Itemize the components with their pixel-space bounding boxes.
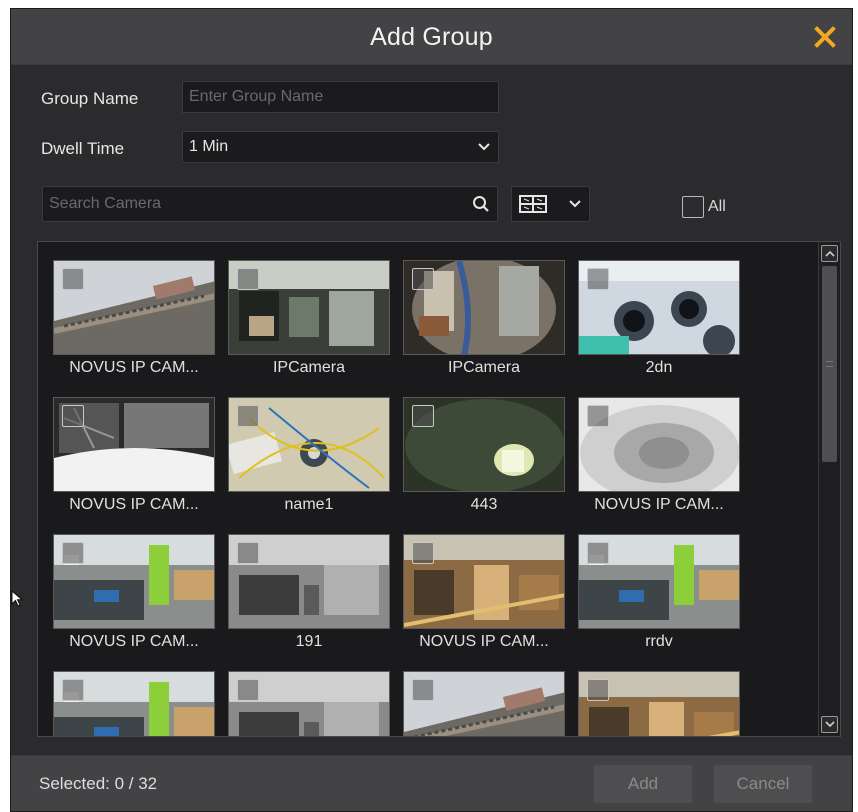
group-name-label: Group Name — [41, 89, 139, 108]
dialog-title: Add Group — [370, 23, 493, 51]
dwell-time-select[interactable]: 1 Min — [182, 131, 499, 163]
camera-tile[interactable]: IPCamera — [228, 260, 390, 390]
chevron-up-icon — [824, 250, 835, 257]
cancel-button[interactable]: Cancel — [714, 765, 812, 803]
selected-count: Selected: 0 / 32 — [39, 774, 158, 793]
camera-name: NOVUS IP CAM... — [69, 496, 199, 513]
camera-name: NOVUS IP CAM... — [594, 496, 724, 513]
camera-tile[interactable]: NOVUS IP CAM... — [53, 260, 215, 390]
camera-tile[interactable] — [228, 671, 390, 736]
camera-name: NOVUS IP CAM... — [69, 359, 199, 376]
chevron-down-icon — [569, 200, 581, 208]
camera-name: IPCamera — [272, 359, 346, 376]
camera-tile[interactable]: NOVUS IP CAM... — [403, 534, 565, 664]
camera-tile[interactable]: rrdv — [578, 534, 740, 664]
camera-name: IPCamera — [447, 359, 521, 376]
grid-view-icon — [519, 195, 547, 213]
camera-thumbnail[interactable] — [403, 534, 565, 629]
camera-thumbnail[interactable] — [228, 397, 390, 492]
camera-thumbnail[interactable] — [228, 671, 390, 736]
search-icon[interactable] — [472, 195, 490, 213]
group-name-input[interactable] — [182, 81, 499, 113]
scroll-up-button[interactable] — [821, 245, 838, 262]
camera-thumbnail[interactable] — [53, 671, 215, 736]
camera-checkbox[interactable] — [237, 679, 259, 701]
search-box — [42, 186, 498, 222]
view-mode-select[interactable] — [511, 186, 590, 222]
close-icon — [814, 26, 836, 48]
camera-thumbnail[interactable] — [403, 260, 565, 355]
camera-name: NOVUS IP CAM... — [69, 633, 199, 650]
checkbox-box — [682, 196, 704, 218]
dialog-footer: Selected: 0 / 32 Add Cancel — [11, 755, 852, 811]
camera-thumbnail[interactable] — [53, 397, 215, 492]
camera-checkbox[interactable] — [62, 542, 84, 564]
dwell-time-label: Dwell Time — [41, 139, 125, 158]
close-button[interactable] — [810, 22, 840, 52]
camera-checkbox[interactable] — [412, 268, 434, 290]
camera-thumbnail[interactable] — [403, 671, 565, 736]
add-group-dialog: Add Group Group Name Dwell Time 1 Min — [10, 8, 853, 812]
camera-thumbnail[interactable] — [228, 260, 390, 355]
camera-tile[interactable] — [403, 671, 565, 736]
camera-tile[interactable] — [53, 671, 215, 736]
camera-grid: NOVUS IP CAM... IPCamera IPCamera 2dn NOVUS … — [37, 241, 841, 737]
camera-checkbox[interactable] — [412, 405, 434, 427]
camera-tile[interactable]: 443 — [403, 397, 565, 527]
camera-tile[interactable]: NOVUS IP CAM... — [53, 534, 215, 664]
camera-thumbnail[interactable] — [578, 397, 740, 492]
camera-checkbox[interactable] — [587, 405, 609, 427]
camera-thumbnail[interactable] — [578, 260, 740, 355]
camera-checkbox[interactable] — [412, 542, 434, 564]
camera-name: 191 — [295, 633, 323, 650]
camera-thumbnail[interactable] — [53, 260, 215, 355]
camera-tile[interactable]: 191 — [228, 534, 390, 664]
camera-checkbox[interactable] — [62, 405, 84, 427]
camera-checkbox[interactable] — [237, 405, 259, 427]
scroll-down-button[interactable] — [821, 716, 838, 733]
camera-name: 2dn — [645, 359, 673, 376]
scroll-thumb[interactable] — [822, 266, 837, 462]
camera-checkbox[interactable] — [62, 268, 84, 290]
camera-checkbox[interactable] — [237, 542, 259, 564]
scrollbar[interactable] — [818, 242, 840, 736]
camera-name: name1 — [284, 496, 334, 513]
camera-thumbnail[interactable] — [403, 397, 565, 492]
camera-name: NOVUS IP CAM... — [419, 633, 549, 650]
camera-tile[interactable]: NOVUS IP CAM... — [578, 397, 740, 527]
camera-checkbox[interactable] — [587, 542, 609, 564]
camera-checkbox[interactable] — [412, 679, 434, 701]
chevron-down-icon — [478, 143, 490, 151]
camera-tile[interactable] — [578, 671, 740, 736]
search-camera-input[interactable] — [42, 186, 498, 222]
dwell-time-value: 1 Min — [189, 138, 229, 155]
camera-thumbnail[interactable] — [578, 671, 740, 736]
camera-thumbnail[interactable] — [228, 534, 390, 629]
camera-name: rrdv — [645, 633, 673, 650]
dialog-titlebar: Add Group — [11, 9, 852, 65]
camera-tile[interactable]: IPCamera — [403, 260, 565, 390]
chevron-down-icon — [824, 721, 835, 728]
select-all-label: All — [708, 198, 726, 215]
select-all-checkbox[interactable]: All — [682, 196, 726, 218]
camera-checkbox[interactable] — [587, 268, 609, 290]
mouse-cursor-icon — [11, 590, 24, 607]
camera-thumbnail[interactable] — [53, 534, 215, 629]
camera-tile[interactable]: 2dn — [578, 260, 740, 390]
camera-tile[interactable]: NOVUS IP CAM... — [53, 397, 215, 527]
camera-checkbox[interactable] — [587, 679, 609, 701]
add-button[interactable]: Add — [594, 765, 692, 803]
camera-checkbox[interactable] — [62, 679, 84, 701]
camera-thumbnail[interactable] — [578, 534, 740, 629]
camera-checkbox[interactable] — [237, 268, 259, 290]
camera-name: 443 — [470, 496, 498, 513]
camera-tile[interactable]: name1 — [228, 397, 390, 527]
